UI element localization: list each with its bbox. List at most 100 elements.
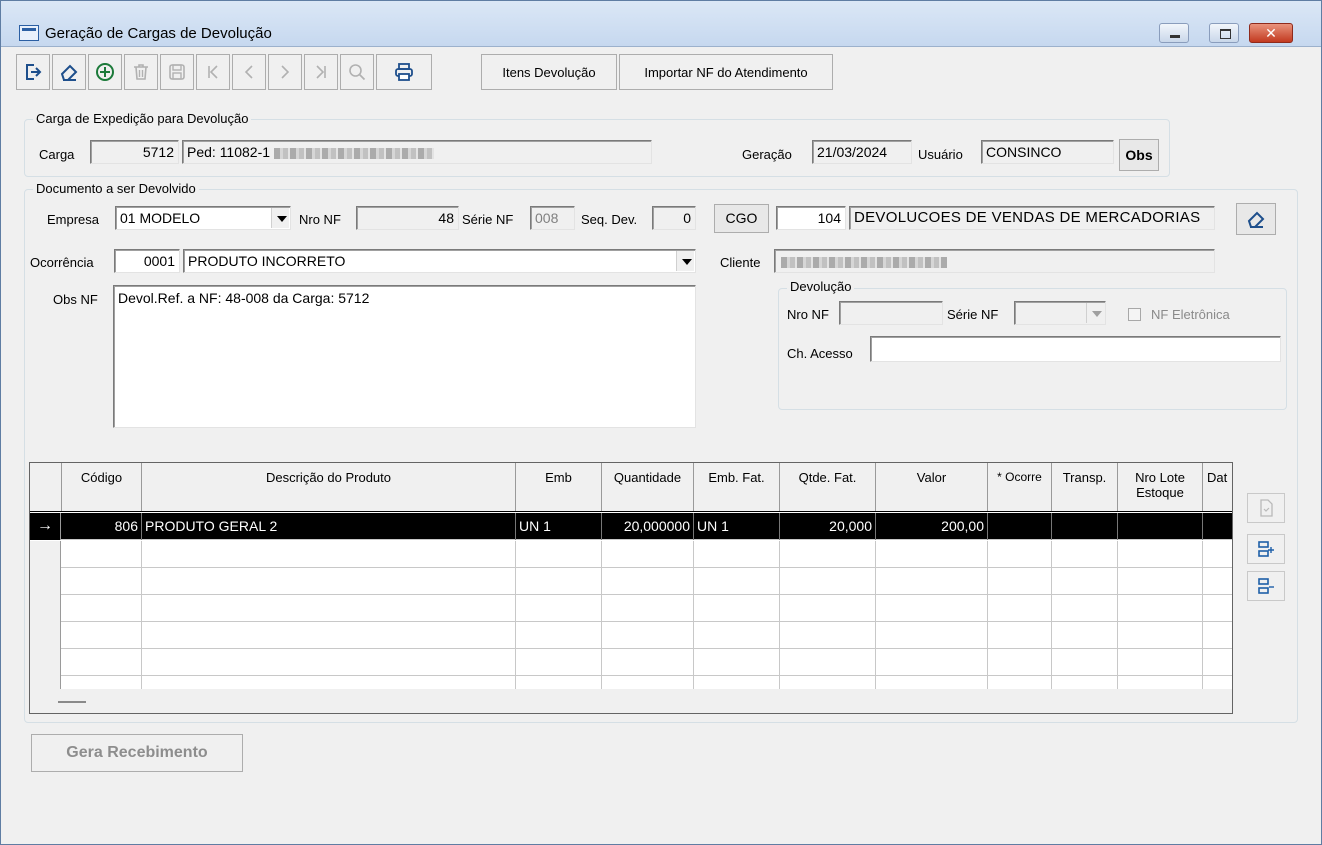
geracao-field[interactable]: 21/03/2024 [812, 140, 912, 164]
nf-eletronica-checkbox[interactable] [1128, 308, 1141, 321]
obs-button[interactable]: Obs [1119, 139, 1159, 171]
empty-cell[interactable] [142, 595, 516, 622]
serie-nf-field[interactable]: 008 [530, 206, 575, 230]
grid-header-qtde-fat[interactable]: Qtde. Fat. [780, 463, 876, 511]
cell-transp[interactable] [1052, 513, 1118, 540]
chevron-down-icon[interactable] [271, 208, 289, 228]
empty-cell[interactable] [780, 649, 876, 676]
grid-header-ocorrencia[interactable]: * Ocorre [988, 463, 1052, 511]
nro-nf-field[interactable]: 48 [356, 206, 459, 230]
empty-cell[interactable] [1118, 595, 1203, 622]
cell-nro-lote[interactable] [1118, 513, 1203, 540]
cliente-field[interactable] [774, 249, 1215, 273]
empty-cell[interactable] [142, 649, 516, 676]
empty-cell[interactable] [1203, 622, 1232, 649]
ocorrencia-select[interactable]: PRODUTO INCORRETO [183, 249, 696, 273]
empty-cell[interactable] [988, 622, 1052, 649]
clear-button[interactable] [52, 54, 86, 90]
chevron-down-icon[interactable] [1086, 303, 1104, 323]
empty-cell[interactable] [876, 595, 988, 622]
cgo-code-field[interactable]: 104 [776, 206, 846, 230]
empty-cell[interactable] [602, 649, 694, 676]
chevron-down-icon[interactable] [676, 251, 694, 271]
grid-header-transp[interactable]: Transp. [1052, 463, 1118, 511]
usuario-field[interactable]: CONSINCO [981, 140, 1114, 164]
clear-cgo-button[interactable] [1236, 203, 1276, 235]
grid-header-valor[interactable]: Valor [876, 463, 988, 511]
cell-ocorrencia[interactable] [988, 513, 1052, 540]
empty-cell[interactable] [694, 622, 780, 649]
grid-header-codigo[interactable]: Código [62, 463, 142, 511]
empty-cell[interactable] [780, 622, 876, 649]
empty-cell[interactable] [142, 541, 516, 568]
cgo-button[interactable]: CGO [714, 204, 769, 233]
close-button[interactable]: ✕ [1249, 23, 1293, 43]
empty-table-row[interactable] [30, 622, 1232, 649]
exit-button[interactable] [16, 54, 50, 90]
cell-quantidade[interactable]: 20,000000 [602, 513, 694, 540]
devolucao-nro-nf-field[interactable] [839, 301, 943, 325]
empty-cell[interactable] [1118, 568, 1203, 595]
empty-cell[interactable] [142, 568, 516, 595]
empty-cell[interactable] [602, 541, 694, 568]
empty-cell[interactable] [1203, 568, 1232, 595]
maximize-button[interactable] [1209, 23, 1239, 43]
cell-codigo[interactable]: 806 [62, 513, 142, 540]
cell-valor[interactable]: 200,00 [876, 513, 988, 540]
add-row-button[interactable] [1247, 534, 1285, 564]
empty-cell[interactable] [62, 595, 142, 622]
empty-cell[interactable] [1203, 649, 1232, 676]
empty-cell[interactable] [1118, 622, 1203, 649]
empty-cell[interactable] [694, 595, 780, 622]
obs-nf-textarea[interactable]: Devol.Ref. a NF: 48-008 da Carga: 5712 [113, 285, 696, 428]
ch-acesso-field[interactable] [870, 336, 1281, 362]
horizontal-scrollbar[interactable] [30, 689, 1232, 713]
table-row[interactable]: → 806 PRODUTO GERAL 2 UN 1 20,000000 UN … [30, 513, 1232, 540]
empty-cell[interactable] [1203, 595, 1232, 622]
empty-cell[interactable] [516, 568, 602, 595]
empty-cell[interactable] [694, 568, 780, 595]
grid-header-descricao[interactable]: Descrição do Produto [142, 463, 516, 511]
empty-cell[interactable] [1052, 622, 1118, 649]
empty-cell[interactable] [1052, 649, 1118, 676]
empty-cell[interactable] [876, 568, 988, 595]
scrollbar-thumb[interactable] [58, 701, 86, 703]
empty-cell[interactable] [602, 595, 694, 622]
grid-header-emb[interactable]: Emb [516, 463, 602, 511]
empresa-select[interactable]: 01 MODELO [115, 206, 291, 230]
remove-row-button[interactable] [1247, 571, 1285, 601]
empty-cell[interactable] [780, 568, 876, 595]
grid-header-emb-fat[interactable]: Emb. Fat. [694, 463, 780, 511]
minimize-button[interactable] [1159, 23, 1189, 43]
pedido-field[interactable]: Ped: 11082-1 [182, 140, 652, 164]
items-grid[interactable]: Código Descrição do Produto Emb Quantida… [29, 462, 1233, 714]
cell-data[interactable] [1203, 513, 1232, 540]
cell-descricao[interactable]: PRODUTO GERAL 2 [142, 513, 516, 540]
empty-cell[interactable] [780, 541, 876, 568]
seq-dev-field[interactable]: 0 [652, 206, 696, 230]
add-button[interactable] [88, 54, 122, 90]
empty-cell[interactable] [988, 649, 1052, 676]
empty-cell[interactable] [1052, 595, 1118, 622]
print-button[interactable] [376, 54, 432, 90]
delete-button[interactable] [124, 54, 158, 90]
grid-header-quantidade[interactable]: Quantidade [602, 463, 694, 511]
search-button[interactable] [340, 54, 374, 90]
empty-cell[interactable] [694, 649, 780, 676]
empty-cell[interactable] [142, 622, 516, 649]
empty-cell[interactable] [62, 541, 142, 568]
empty-cell[interactable] [1118, 541, 1203, 568]
cell-emb[interactable]: UN 1 [516, 513, 602, 540]
empty-cell[interactable] [1203, 541, 1232, 568]
grid-header-data[interactable]: Dat [1203, 463, 1232, 511]
empty-cell[interactable] [516, 595, 602, 622]
empty-cell[interactable] [1052, 568, 1118, 595]
empty-cell[interactable] [516, 541, 602, 568]
empty-cell[interactable] [516, 622, 602, 649]
cell-emb-fat[interactable]: UN 1 [694, 513, 780, 540]
gera-recebimento-button[interactable]: Gera Recebimento [31, 734, 243, 772]
last-record-button[interactable] [304, 54, 338, 90]
first-record-button[interactable] [196, 54, 230, 90]
empty-table-row[interactable] [30, 595, 1232, 622]
empty-cell[interactable] [1052, 541, 1118, 568]
